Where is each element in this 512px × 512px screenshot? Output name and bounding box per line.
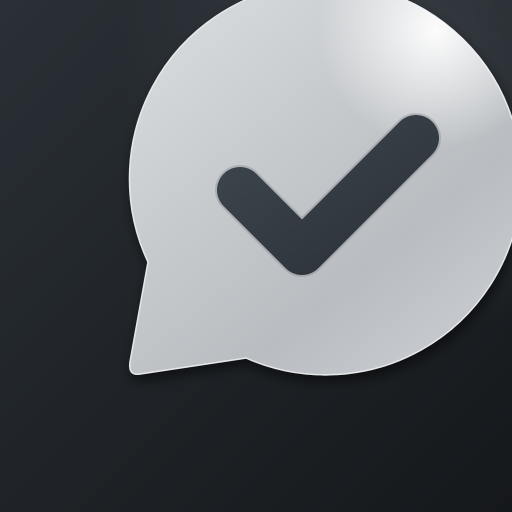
app-icon-artwork [0,0,512,512]
speech-bubble-icon [128,0,512,376]
app-icon [0,0,512,512]
